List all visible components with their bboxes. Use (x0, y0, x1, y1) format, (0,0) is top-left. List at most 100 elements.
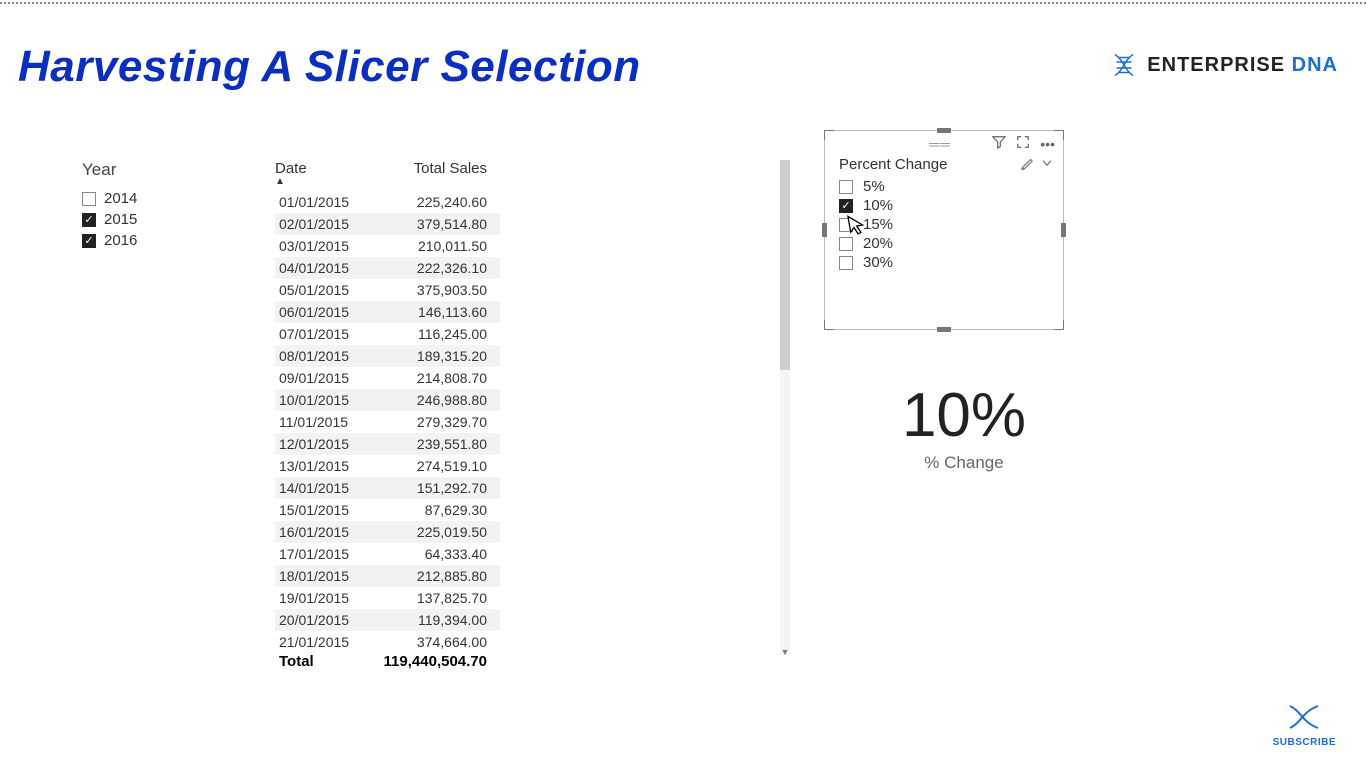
subscribe-label: SUBSCRIBE (1273, 737, 1336, 748)
checkbox-icon[interactable] (839, 237, 853, 251)
table-row[interactable]: 20/01/2015119,394.00 (275, 609, 500, 631)
col-header-sales[interactable]: Total Sales (375, 160, 495, 177)
cell-sales: 274,519.10 (375, 458, 495, 474)
percent-change-slicer[interactable]: ══ ••• Percent Change 5%✓10%15%20%30% (824, 130, 1064, 330)
cell-date: 12/01/2015 (279, 436, 375, 452)
focus-mode-icon[interactable] (1016, 135, 1030, 152)
page-title: Harvesting A Slicer Selection (18, 42, 641, 92)
scrollbar-thumb[interactable] (780, 160, 790, 370)
cell-sales: 210,011.50 (375, 238, 495, 254)
table-row[interactable]: 01/01/2015225,240.60 (275, 191, 500, 213)
resize-handle-right[interactable] (1061, 223, 1066, 237)
percent-label: 15% (863, 216, 893, 233)
table-row[interactable]: 05/01/2015375,903.50 (275, 279, 500, 301)
table-row[interactable]: 08/01/2015189,315.20 (275, 345, 500, 367)
subscribe-badge[interactable]: SUBSCRIBE (1273, 702, 1336, 748)
table-row[interactable]: 16/01/2015225,019.50 (275, 521, 500, 543)
brand-logo: ENTERPRISE DNA (1109, 50, 1338, 80)
checkbox-icon[interactable]: ✓ (839, 199, 853, 213)
percent-option[interactable]: 5% (839, 177, 1049, 196)
table-scrollbar[interactable]: ▲ ▼ (780, 160, 790, 655)
year-option[interactable]: 2014 (82, 188, 222, 209)
cell-date: 03/01/2015 (279, 238, 375, 254)
resize-handle-bottom[interactable] (937, 327, 951, 332)
table-row[interactable]: 15/01/201587,629.30 (275, 499, 500, 521)
card-label: % Change (824, 453, 1104, 473)
cell-date: 09/01/2015 (279, 370, 375, 386)
table-row[interactable]: 09/01/2015214,808.70 (275, 367, 500, 389)
cell-date: 13/01/2015 (279, 458, 375, 474)
table-row[interactable]: 18/01/2015212,885.80 (275, 565, 500, 587)
resize-handle-br[interactable] (1054, 320, 1064, 330)
year-option[interactable]: ✓ 2015 (82, 209, 222, 230)
clear-selection-icon[interactable] (1020, 157, 1033, 173)
cell-sales: 375,903.50 (375, 282, 495, 298)
checkbox-icon[interactable] (839, 180, 853, 194)
cell-date: 19/01/2015 (279, 590, 375, 606)
table-row[interactable]: 14/01/2015151,292.70 (275, 477, 500, 499)
checkbox-icon[interactable] (839, 218, 853, 232)
percent-option[interactable]: 30% (839, 253, 1049, 272)
table-row[interactable]: 10/01/2015246,988.80 (275, 389, 500, 411)
cell-sales: 374,664.00 (375, 634, 495, 649)
cell-date: 18/01/2015 (279, 568, 375, 584)
cell-sales: 225,240.60 (375, 194, 495, 210)
cell-sales: 146,113.60 (375, 304, 495, 320)
checkbox-icon[interactable] (82, 192, 96, 206)
cell-sales: 151,292.70 (375, 480, 495, 496)
pc-slicer-title: Percent Change (839, 156, 947, 173)
cell-date: 14/01/2015 (279, 480, 375, 496)
year-label: 2016 (104, 232, 137, 249)
cell-date: 06/01/2015 (279, 304, 375, 320)
resize-handle-tl[interactable] (824, 130, 834, 140)
cell-date: 16/01/2015 (279, 524, 375, 540)
table-row[interactable]: 11/01/2015279,329.70 (275, 411, 500, 433)
cell-sales: 222,326.10 (375, 260, 495, 276)
cell-sales: 137,825.70 (375, 590, 495, 606)
table-row[interactable]: 13/01/2015274,519.10 (275, 455, 500, 477)
total-value: 119,440,504.70 (375, 653, 495, 670)
table-row[interactable]: 17/01/201564,333.40 (275, 543, 500, 565)
scroll-down-icon[interactable]: ▼ (780, 647, 790, 657)
dotted-divider (0, 2, 1366, 4)
col-header-date[interactable]: Date ▲ (275, 160, 375, 177)
table-row[interactable]: 19/01/2015137,825.70 (275, 587, 500, 609)
sort-asc-icon: ▲ (275, 176, 285, 187)
cell-sales: 64,333.40 (375, 546, 495, 562)
table-row[interactable]: 04/01/2015222,326.10 (275, 257, 500, 279)
percent-option[interactable]: ✓10% (839, 196, 1049, 215)
table-row[interactable]: 21/01/2015374,664.00 (275, 631, 500, 649)
table-row[interactable]: 06/01/2015146,113.60 (275, 301, 500, 323)
cell-date: 04/01/2015 (279, 260, 375, 276)
resize-handle-top[interactable] (937, 128, 951, 133)
drag-handle-icon[interactable]: ══ (833, 136, 951, 152)
percent-option[interactable]: 20% (839, 234, 1049, 253)
dna-icon (1284, 702, 1324, 732)
cell-sales: 212,885.80 (375, 568, 495, 584)
cell-sales: 279,329.70 (375, 414, 495, 430)
resize-handle-tr[interactable] (1054, 130, 1064, 140)
sales-table: Date ▲ Total Sales 01/01/2015225,240.600… (275, 160, 500, 673)
year-option[interactable]: ✓ 2016 (82, 230, 222, 251)
year-label: 2015 (104, 211, 137, 228)
table-total-row: Total 119,440,504.70 (275, 649, 500, 673)
table-row[interactable]: 02/01/2015379,514.80 (275, 213, 500, 235)
table-row[interactable]: 03/01/2015210,011.50 (275, 235, 500, 257)
table-row[interactable]: 07/01/2015116,245.00 (275, 323, 500, 345)
checkbox-icon[interactable]: ✓ (82, 234, 96, 248)
filter-icon[interactable] (992, 135, 1006, 152)
percent-option[interactable]: 15% (839, 215, 1049, 234)
more-options-icon[interactable]: ••• (1040, 136, 1055, 152)
cell-date: 08/01/2015 (279, 348, 375, 364)
checkbox-icon[interactable] (839, 256, 853, 270)
resize-handle-bl[interactable] (824, 320, 834, 330)
percent-change-card: 10% % Change (824, 380, 1104, 473)
table-row[interactable]: 12/01/2015239,551.80 (275, 433, 500, 455)
year-slicer: Year 2014✓2015✓2016 (82, 160, 222, 251)
year-label: 2014 (104, 190, 137, 207)
checkbox-icon[interactable]: ✓ (82, 213, 96, 227)
chevron-down-icon[interactable] (1041, 157, 1053, 173)
card-value: 10% (824, 380, 1104, 451)
table-header-row: Date ▲ Total Sales (275, 160, 500, 181)
resize-handle-left[interactable] (822, 223, 827, 237)
